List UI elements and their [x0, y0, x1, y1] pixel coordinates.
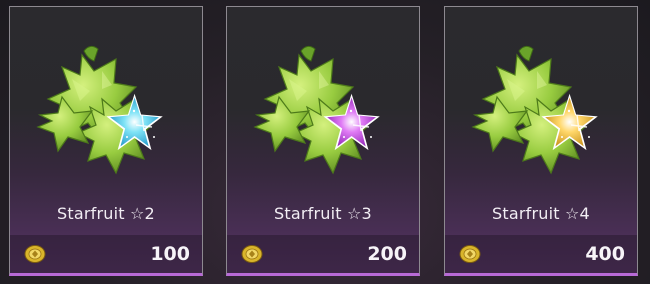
starfruit-icon: [253, 45, 380, 175]
price-bar: 400: [445, 235, 637, 273]
item-price: 400: [585, 243, 625, 265]
starfruit-icon: [36, 45, 163, 175]
price-bar: 100: [10, 235, 202, 273]
item-price: 100: [150, 243, 190, 265]
item-name: Starfruit ☆2: [57, 204, 155, 223]
shop-item-card[interactable]: Starfruit ☆3 200: [226, 6, 420, 276]
item-name: Starfruit ☆4: [492, 204, 590, 223]
coin-icon: [459, 245, 481, 263]
item-price: 200: [367, 243, 407, 265]
starfruit-icon: [471, 45, 598, 175]
shop-grid: Starfruit ☆2 100 Starfruit ☆3 200 Starfr…: [0, 0, 650, 284]
item-name: Starfruit ☆3: [274, 204, 372, 223]
shop-item-card[interactable]: Starfruit ☆2 100: [9, 6, 203, 276]
coin-icon: [24, 245, 46, 263]
coin-icon: [241, 245, 263, 263]
shop-item-card[interactable]: Starfruit ☆4 400: [444, 6, 638, 276]
price-bar: 200: [227, 235, 419, 273]
